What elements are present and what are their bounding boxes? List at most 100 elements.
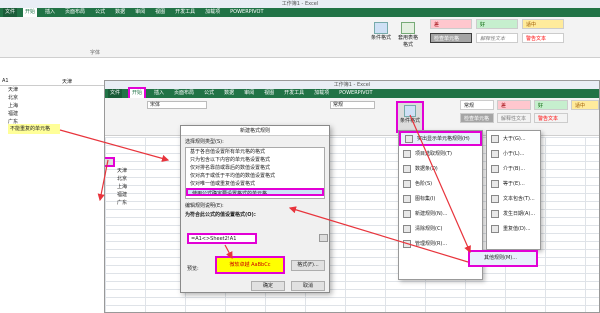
front-tab-9[interactable]: 加载项 <box>312 89 331 98</box>
formula-ref-icon[interactable] <box>319 234 328 242</box>
back-style-explain[interactable]: 解释性文本 <box>476 33 518 43</box>
front-tab-4[interactable]: 公式 <box>202 89 216 98</box>
cond-menu-item[interactable]: 色阶(S) <box>399 176 482 191</box>
back-tab-4[interactable]: 公式 <box>93 8 107 17</box>
back-tab-0[interactable]: 文件 <box>3 8 18 17</box>
submenu-item[interactable]: 重复值(D)... <box>487 221 540 236</box>
format-button[interactable]: 格式(F)... <box>291 260 325 271</box>
front-numfmt-box[interactable]: 常规 <box>330 101 375 109</box>
back-cell-a3[interactable]: 上海 <box>8 102 48 110</box>
menu-item-icon <box>403 224 411 233</box>
submenu-item[interactable]: 介于(B)... <box>487 161 540 176</box>
back-tab-1[interactable]: 开始 <box>23 8 38 17</box>
front-style-explain[interactable]: 解释性文本 <box>497 113 531 123</box>
submenu-item[interactable]: 发生日期(A)... <box>487 206 540 221</box>
rule-type-list: 基于各自值设置所有单元格的格式 只为包含以下内容的单元格设置格式 仅对排名靠前或靠后… <box>185 147 325 199</box>
cond-menu-item[interactable]: 数据条(D) <box>399 161 482 176</box>
back-tab-9[interactable]: 加载项 <box>203 8 222 17</box>
back-tab-8[interactable]: 开发工具 <box>173 8 197 17</box>
rule-type-item[interactable]: 仅对高于或低于平均值的数值设置格式 <box>186 172 324 180</box>
ok-button[interactable]: 确定 <box>251 281 285 291</box>
back-tab-5[interactable]: 数据 <box>113 8 127 17</box>
back-name-box[interactable]: A1 <box>2 78 9 84</box>
cond-menu-item[interactable]: 项目选取规则(T) <box>399 146 482 161</box>
front-tab-6[interactable]: 审阅 <box>242 89 256 98</box>
front-style-good[interactable]: 好 <box>534 100 568 110</box>
back-tab-3[interactable]: 页面布局 <box>63 8 87 17</box>
back-style-neutral[interactable]: 适中 <box>522 19 564 29</box>
rule-type-item[interactable]: 仅对唯一值或重复值设置格式 <box>186 180 324 188</box>
rule-type-item[interactable]: 仅对排名靠前或靠后的数值设置格式 <box>186 164 324 172</box>
front-tab-5[interactable]: 数据 <box>222 89 236 98</box>
menu-item-icon <box>403 179 411 188</box>
back-formula-value[interactable]: 天津 <box>62 78 72 85</box>
front-cell-a4[interactable]: 福建 <box>117 191 157 199</box>
menu-item-label: 项目选取规则(T) <box>415 151 452 157</box>
back-table-format-button[interactable]: 套用表格格式 <box>396 22 420 50</box>
front-cell-a1[interactable]: 天津 <box>117 167 157 175</box>
front-style-check[interactable]: 检查单元格 <box>460 113 494 123</box>
back-style-warn[interactable]: 警告文本 <box>522 33 564 43</box>
back-tab-2[interactable]: 插入 <box>43 8 57 17</box>
rule-type-item[interactable]: 使用公式确定要设置格式的单元格 <box>186 188 324 196</box>
rule-desc-label: 编辑规则说明(E): <box>185 203 224 209</box>
submenu-item[interactable]: 小于(L)... <box>487 146 540 161</box>
front-tab-10[interactable]: POWERPIVOT <box>337 89 374 98</box>
back-tab-6[interactable]: 审阅 <box>133 8 147 17</box>
rule-type-item[interactable]: 只为包含以下内容的单元格设置格式 <box>186 156 324 164</box>
submenu-item-icon <box>491 209 499 218</box>
front-cell-a5[interactable]: 广东 <box>117 199 157 207</box>
back-style-check[interactable]: 检查单元格 <box>430 33 472 43</box>
submenu-item-icon <box>491 164 499 173</box>
submenu-item[interactable]: 等于(E)... <box>487 176 540 191</box>
front-cell-a2[interactable]: 北京 <box>117 175 157 183</box>
more-rules-item[interactable]: 其他规则(M)... <box>468 250 538 267</box>
rule-type-label: 选择规则类型(S): <box>185 139 224 145</box>
cond-menu-item[interactable]: 清除规则(C) <box>399 221 482 236</box>
back-cell-a1[interactable]: 天津 <box>8 86 48 94</box>
front-tab-8[interactable]: 开发工具 <box>282 89 306 98</box>
submenu-item-icon <box>491 179 499 188</box>
back-style-good[interactable]: 好 <box>476 19 518 29</box>
menu-item-icon <box>403 209 411 218</box>
front-select-all-corner[interactable] <box>105 157 115 167</box>
menu-item-icon <box>403 164 411 173</box>
back-tab-7[interactable]: 视图 <box>153 8 167 17</box>
front-tab-3[interactable]: 页面布局 <box>172 89 196 98</box>
front-style-normal[interactable]: 常规 <box>460 100 494 110</box>
cond-menu-item[interactable]: 图标集(I) <box>399 191 482 206</box>
rule-type-item[interactable]: 基于各自值设置所有单元格的格式 <box>186 148 324 156</box>
submenu-item-label: 重复值(D)... <box>503 226 531 232</box>
submenu-item[interactable]: 文本包含(T)... <box>487 191 540 206</box>
back-tab-10[interactable]: POWERPIVOT <box>228 8 265 17</box>
cond-menu-item[interactable]: 突出显示单元格规则(H) <box>399 131 482 146</box>
back-cond-format-button[interactable]: 条件格式 <box>370 22 392 50</box>
back-selected-cell[interactable]: 不能重复的单元格 <box>8 124 60 134</box>
menu-item-label: 突出显示单元格规则(H) <box>417 136 470 142</box>
submenu-item-icon <box>491 134 499 143</box>
front-tab-2[interactable]: 插入 <box>152 89 166 98</box>
front-tab-7[interactable]: 视图 <box>262 89 276 98</box>
back-style-bad[interactable]: 差 <box>430 19 472 29</box>
front-style-warn[interactable]: 警告文本 <box>534 113 568 123</box>
front-tab-0[interactable]: 文件 <box>108 89 123 98</box>
front-title-bar: 工作簿1 - Excel <box>105 81 599 89</box>
submenu-item[interactable]: 大于(G)... <box>487 131 540 146</box>
front-cond-format-button[interactable]: 条件格式 <box>396 101 424 133</box>
front-font-box[interactable]: 宋体 <box>147 101 207 109</box>
back-ribbon: 条件格式 套用表格格式 差 好 适中 检查单元格 解释性文本 警告文本 字体 <box>0 17 600 58</box>
front-cell-a3[interactable]: 上海 <box>117 183 157 191</box>
submenu-item-icon <box>491 149 499 158</box>
submenu-item-label: 文本包含(T)... <box>503 196 535 202</box>
cond-menu-item[interactable]: 新建规则(N)... <box>399 206 482 221</box>
front-cell-list: 天津 北京 上海 福建 广东 <box>117 167 157 207</box>
cancel-button[interactable]: 取消 <box>291 281 325 291</box>
submenu-item-label: 等于(E)... <box>503 181 525 187</box>
formula-input[interactable]: =A1<>Sheet2!A1 <box>187 233 257 244</box>
front-style-bad[interactable]: 差 <box>497 100 531 110</box>
back-cell-a2[interactable]: 北京 <box>8 94 48 102</box>
cond-menu-item[interactable]: 管理规则(R)... <box>399 236 482 251</box>
back-title-bar: 工作簿1 - Excel <box>0 0 600 8</box>
front-style-neutral[interactable]: 适中 <box>571 100 599 110</box>
back-cell-a4[interactable]: 福建 <box>8 110 48 118</box>
